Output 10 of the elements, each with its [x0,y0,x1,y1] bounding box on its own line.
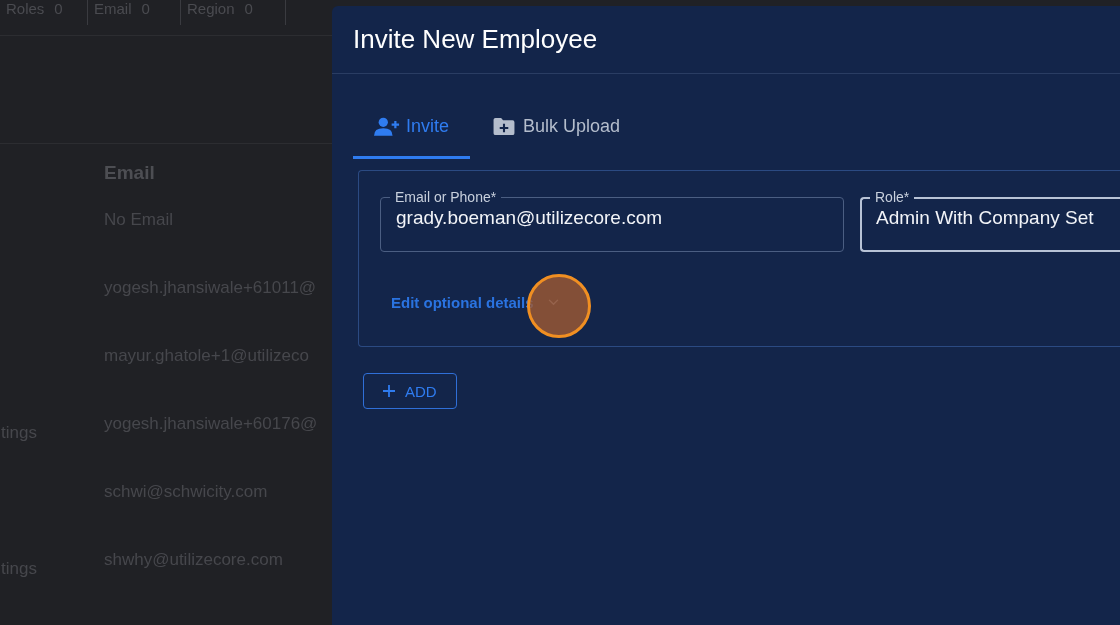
tab[interactable]: Invite [353,97,471,159]
tab[interactable]: Bulk Upload [470,97,642,159]
field-label: Email or Phone* [394,190,498,205]
input-field[interactable]: Email or Phone* grady.boeman@utilizecore.com [380,190,844,252]
dialog-title: Invite New Employee [353,24,598,55]
plus-icon [383,385,395,397]
person-add-icon [374,117,400,136]
field-label: Role* [874,190,911,205]
add-button[interactable]: ADD [363,373,457,409]
input-field[interactable]: Role* Admin With Company Set [860,190,1120,252]
